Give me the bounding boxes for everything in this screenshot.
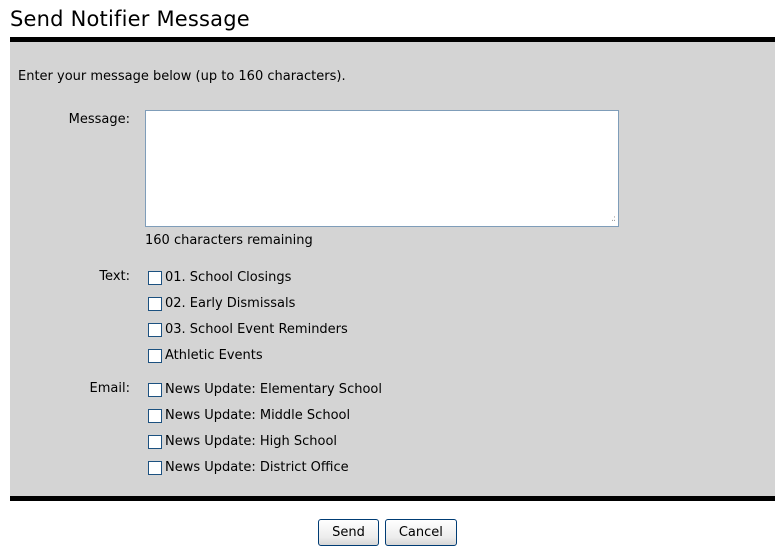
email-option-district-office[interactable]: News Update: District Office [148,455,382,481]
checkbox[interactable] [148,349,162,363]
option-label: News Update: Middle School [165,408,351,423]
checkbox[interactable] [148,383,162,397]
option-label: Athletic Events [165,348,263,363]
cancel-button[interactable]: Cancel [384,519,457,546]
option-label: 03. School Event Reminders [165,322,348,337]
message-form-panel: Enter your message below (up to 160 char… [10,37,775,501]
text-option-athletic-events[interactable]: Athletic Events [148,343,348,369]
option-label: News Update: District Office [165,460,349,475]
page-title: Send Notifier Message [10,7,250,31]
email-label: Email: [89,381,130,396]
text-label: Text: [99,269,130,284]
option-label: 01. School Closings [165,270,292,285]
checkbox[interactable] [148,271,162,285]
message-textarea-wrapper: .: [145,110,619,227]
option-label: News Update: High School [165,434,338,449]
checkbox[interactable] [148,323,162,337]
form-buttons: Send Cancel [0,519,775,546]
send-button[interactable]: Send [318,519,379,546]
message-label: Message: [68,112,130,127]
email-option-high-school[interactable]: News Update: High School [148,429,382,455]
form-instructions: Enter your message below (up to 160 char… [18,69,346,84]
option-label: News Update: Elementary School [165,382,382,397]
email-options-group: News Update: Elementary School News Upda… [148,377,382,481]
checkbox[interactable] [148,297,162,311]
text-options-group: 01. School Closings 02. Early Dismissals… [148,265,348,369]
text-option-school-closings[interactable]: 01. School Closings [148,265,348,291]
email-option-middle-school[interactable]: News Update: Middle School [148,403,382,429]
checkbox[interactable] [148,409,162,423]
checkbox[interactable] [148,461,162,475]
text-option-early-dismissals[interactable]: 02. Early Dismissals [148,291,348,317]
email-option-elementary-school[interactable]: News Update: Elementary School [148,377,382,403]
text-option-school-event-reminders[interactable]: 03. School Event Reminders [148,317,348,343]
characters-remaining: 160 characters remaining [145,233,313,248]
message-textarea[interactable] [145,110,619,227]
checkbox[interactable] [148,435,162,449]
option-label: 02. Early Dismissals [165,296,296,311]
